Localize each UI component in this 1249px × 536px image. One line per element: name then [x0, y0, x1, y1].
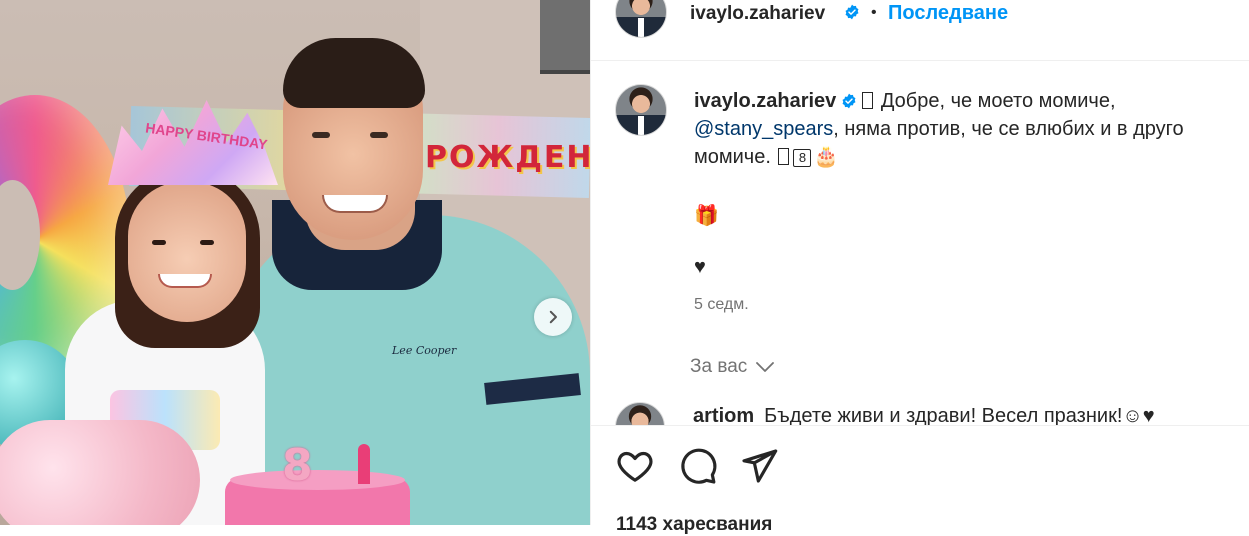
- man-smile: [322, 195, 388, 213]
- man-hair: [283, 38, 425, 108]
- caption-text-1: Добре, че моето момиче,: [880, 90, 1116, 112]
- flowers: [0, 420, 200, 525]
- verified-badge-icon: [842, 93, 856, 109]
- chevron-down-icon: [756, 362, 775, 372]
- share-send-icon[interactable]: [739, 446, 779, 486]
- like-heart-icon[interactable]: [615, 446, 655, 486]
- post-photo[interactable]: РОЖДЕН Lee Cooper HAPPY BIRTHDAY 8: [0, 0, 590, 525]
- caption-author-avatar[interactable]: [615, 84, 667, 136]
- girl-eye: [200, 240, 214, 245]
- follow-button[interactable]: Последване: [888, 2, 1008, 25]
- man-eye: [312, 132, 330, 138]
- girl-head: [128, 182, 246, 322]
- cake-top: [230, 470, 405, 490]
- post-timestamp[interactable]: 5 седм.: [694, 296, 749, 314]
- likes-count[interactable]: 1143 харесвания: [616, 514, 772, 536]
- lipstick-decoration: [358, 444, 370, 484]
- verified-badge-icon: [845, 4, 859, 20]
- caption-author[interactable]: ivaylo.zahariev: [694, 90, 836, 112]
- post-caption: ivaylo.zahariev Добре, че моето момиче, …: [694, 87, 1234, 171]
- caption-mention[interactable]: @stany_spears: [694, 118, 833, 140]
- comment-author[interactable]: artiom: [693, 405, 754, 427]
- separator-dot: •: [871, 4, 877, 21]
- number-candle: 8: [282, 440, 313, 491]
- chevron-right-icon: [549, 310, 557, 324]
- post-actions-bar: 1143 харесвания: [591, 425, 1249, 535]
- author-username[interactable]: ivaylo.zahariev: [690, 3, 825, 25]
- comment-emoji: ☺♥: [1122, 405, 1155, 427]
- heart-icon: ♥: [694, 256, 706, 278]
- for-you-dropdown[interactable]: За вас: [690, 356, 775, 378]
- picture-frame: [540, 0, 590, 74]
- for-you-label: За вас: [690, 356, 748, 377]
- gift-icon: 🎁: [694, 205, 719, 227]
- man-eye: [370, 132, 388, 138]
- next-photo-button[interactable]: [534, 298, 572, 336]
- keycap-eight-icon: 8: [793, 149, 812, 167]
- shirt-logo: Lee Cooper: [392, 344, 457, 357]
- cake-icon: 🎂: [813, 146, 839, 168]
- girl-smile: [158, 274, 212, 288]
- comment-text: Бъдете живи и здрави! Весел празник!: [764, 405, 1123, 427]
- birthday-banner-text: РОЖДЕН: [425, 140, 590, 175]
- missing-glyph-icon: [778, 148, 790, 165]
- girl-eye: [152, 240, 166, 245]
- missing-glyph-icon: [862, 92, 874, 109]
- comment-bubble-icon[interactable]: [678, 446, 718, 486]
